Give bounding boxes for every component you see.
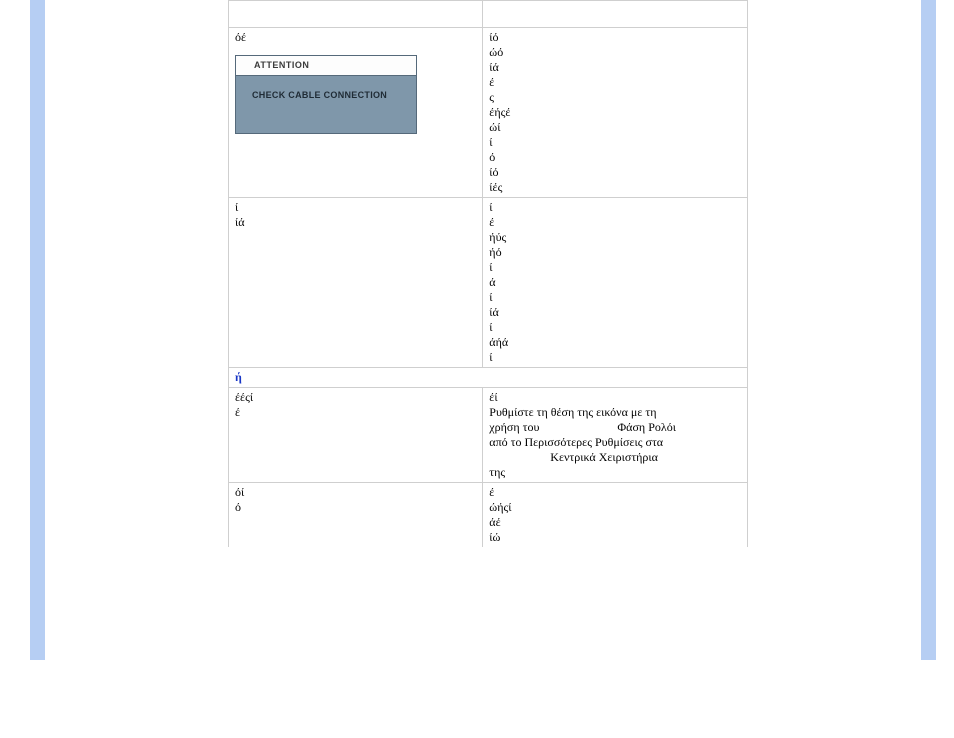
- document-body: όέ ATTENTION CHECK CABLE CONNECTION ίό ώ…: [228, 0, 748, 547]
- text-line: έήςέ: [489, 105, 741, 120]
- spacer: [235, 515, 476, 533]
- text-line: ίά: [489, 60, 741, 75]
- table-row: ί ίά ί έ ήύς ήό ί ά ί ίά: [229, 198, 748, 368]
- text-span: Φάση Ρολόι: [617, 420, 676, 434]
- table-row: όέ ATTENTION CHECK CABLE CONNECTION ίό ώ…: [229, 28, 748, 198]
- text-line: Κεντρικά Χειριστήρια: [489, 450, 741, 465]
- text-line: ίές: [489, 180, 741, 195]
- cell-text: έ ώήςί άέ ίώ: [489, 485, 741, 545]
- text-line: άέ: [489, 515, 741, 530]
- troubleshooting-table: όέ ATTENTION CHECK CABLE CONNECTION ίό ώ…: [228, 0, 748, 547]
- text-line: ίά: [235, 215, 476, 230]
- text-line: έ: [489, 215, 741, 230]
- table-row: [229, 1, 748, 28]
- text-line: ίό: [489, 165, 741, 180]
- text-line: ώί: [489, 120, 741, 135]
- spacer: [235, 134, 476, 166]
- cell-text: όέ: [235, 30, 476, 45]
- text-line: ίό: [489, 30, 741, 45]
- text-line: της: [489, 465, 741, 480]
- cell-right: ί έ ήύς ήό ί ά ί ίά ί άήά ί: [483, 198, 748, 368]
- cell-text: έέςί έ: [235, 390, 476, 420]
- text-line: έ: [489, 75, 741, 90]
- text-line: έ: [235, 405, 476, 420]
- text-line: ήό: [489, 245, 741, 260]
- text-span: χρήση του: [489, 420, 542, 434]
- text-line: από το Περισσότερες Ρυθμίσεις στα: [489, 435, 741, 450]
- cell-right: έ ώήςί άέ ίώ: [483, 483, 748, 548]
- cell-left: όέ ATTENTION CHECK CABLE CONNECTION: [229, 28, 483, 198]
- spacer: [235, 230, 476, 286]
- attention-box: ATTENTION CHECK CABLE CONNECTION: [235, 55, 417, 134]
- text-line: έί: [489, 390, 741, 405]
- text-span: Κεντρικά Χειριστήρια: [550, 450, 658, 464]
- cell-right: [483, 1, 748, 28]
- text-line: ί: [489, 135, 741, 150]
- text-line: ό: [235, 500, 476, 515]
- text-line: ήύς: [489, 230, 741, 245]
- text-line: ό: [489, 150, 741, 165]
- text-line: ώό: [489, 45, 741, 60]
- table-section-row: ή: [229, 368, 748, 388]
- text-line: ί: [489, 260, 741, 275]
- text-line: Ρυθμίστε τη θέση της εικόνα με τη: [489, 405, 741, 420]
- cell-text: ί ίά: [235, 200, 476, 230]
- table-row: όί ό έ ώήςί άέ ίώ: [229, 483, 748, 548]
- cell-left: ί ίά: [229, 198, 483, 368]
- text-line: ί: [489, 320, 741, 335]
- text-line: όέ: [235, 30, 476, 45]
- cell-text: ίό ώό ίά έ ς έήςέ ώί ί ό ίό ίές: [489, 30, 741, 195]
- text-line: ί: [235, 200, 476, 215]
- table-row: έέςί έ έί Ρυθμίστε τη θέση της εικόνα με…: [229, 388, 748, 483]
- text-line: όί: [235, 485, 476, 500]
- attention-body: CHECK CABLE CONNECTION: [236, 76, 416, 133]
- text-line: χρήση του Φάση Ρολόι: [489, 420, 741, 435]
- margin-stripe-right: [921, 0, 936, 660]
- text-line: έ: [489, 485, 741, 500]
- text-line: ίά: [489, 305, 741, 320]
- cell-right: ίό ώό ίά έ ς έήςέ ώί ί ό ίό ίές: [483, 28, 748, 198]
- margin-stripe-left: [30, 0, 45, 660]
- section-header: ή: [229, 368, 748, 388]
- cell-left: όί ό: [229, 483, 483, 548]
- cell-left: [229, 1, 483, 28]
- text-line: έέςί: [235, 390, 476, 405]
- text-line: ίώ: [489, 530, 741, 545]
- cell-left: έέςί έ: [229, 388, 483, 483]
- text-line: ά: [489, 275, 741, 290]
- text-line: ς: [489, 90, 741, 105]
- text-line: ί: [489, 290, 741, 305]
- spacer: [235, 420, 476, 446]
- page-viewport: όέ ATTENTION CHECK CABLE CONNECTION ίό ώ…: [0, 0, 954, 738]
- text-line: άήά: [489, 335, 741, 350]
- cell-right: έί Ρυθμίστε τη θέση της εικόνα με τη χρή…: [483, 388, 748, 483]
- cell-text: όί ό: [235, 485, 476, 515]
- attention-header: ATTENTION: [236, 56, 416, 76]
- text-line: ί: [489, 200, 741, 215]
- cell-text: ί έ ήύς ήό ί ά ί ίά ί άήά ί: [489, 200, 741, 365]
- text-line: ώήςί: [489, 500, 741, 515]
- text-line: ί: [489, 350, 741, 365]
